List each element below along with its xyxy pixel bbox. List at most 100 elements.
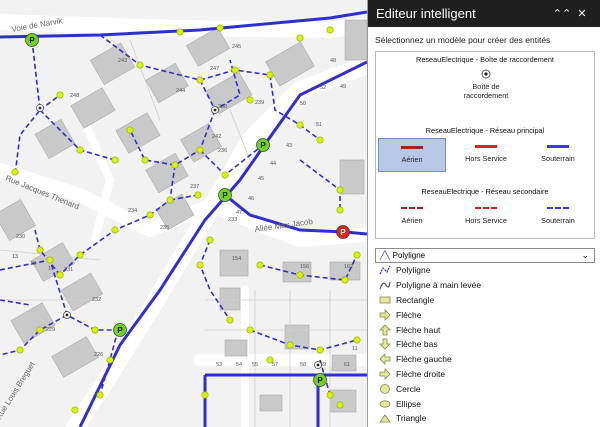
- pole-marker[interactable]: [246, 96, 254, 104]
- pole-marker[interactable]: [316, 136, 324, 144]
- pole-marker[interactable]: [326, 26, 334, 34]
- shape-item-arrow-down[interactable]: Flèche bas: [375, 337, 595, 352]
- pole-marker[interactable]: [296, 121, 304, 129]
- pole-marker[interactable]: [136, 61, 144, 69]
- parcel-number: 57: [272, 362, 278, 368]
- station-marker[interactable]: P: [256, 138, 270, 152]
- pole-marker[interactable]: [246, 326, 254, 334]
- pole-marker[interactable]: [36, 246, 44, 254]
- pole-marker[interactable]: [353, 336, 361, 344]
- pole-marker[interactable]: [336, 206, 344, 214]
- pole-marker[interactable]: [316, 346, 324, 354]
- shape-item-arrow-right[interactable]: Flèche droite: [375, 367, 595, 382]
- pole-marker[interactable]: [176, 28, 184, 36]
- shape-label: Flèche bas: [396, 339, 438, 350]
- pole-marker[interactable]: [11, 168, 19, 176]
- template-picker: ReseauElectrique - Boîte de raccordement…: [375, 51, 595, 239]
- parcel-number: 248: [70, 93, 79, 99]
- pole-marker[interactable]: [76, 146, 84, 154]
- pole-marker[interactable]: [76, 251, 84, 259]
- pole-marker[interactable]: [166, 196, 174, 204]
- junction-box-marker[interactable]: [36, 104, 44, 112]
- pole-marker[interactable]: [286, 341, 294, 349]
- pole-marker[interactable]: [126, 126, 134, 134]
- pole-marker[interactable]: [146, 211, 154, 219]
- pole-marker[interactable]: [231, 66, 239, 74]
- template-main-underground[interactable]: Souterrain: [524, 138, 592, 163]
- pole-marker[interactable]: [336, 401, 344, 409]
- shape-label: Rectangle: [396, 294, 435, 305]
- junction-box-marker[interactable]: [211, 106, 219, 114]
- pole-marker[interactable]: [206, 236, 214, 244]
- pole-marker[interactable]: [326, 391, 334, 399]
- arrow-left-icon: [379, 353, 391, 366]
- template-prompt: Sélectionnez un modèle pour créer des en…: [375, 35, 551, 45]
- junction-box-marker[interactable]: [314, 361, 322, 369]
- shape-list: Polyligne Polyligne à main levée Rectang…: [375, 263, 595, 426]
- pole-marker[interactable]: [296, 271, 304, 279]
- shape-item-freehand-polyline[interactable]: Polyligne à main levée: [375, 278, 595, 293]
- shape-select[interactable]: ╱╲ Polyligne ⌄: [375, 248, 595, 263]
- pole-marker[interactable]: [196, 146, 204, 154]
- pole-marker[interactable]: [194, 191, 202, 199]
- pole-marker[interactable]: [36, 326, 44, 334]
- pole-marker[interactable]: [256, 261, 264, 269]
- parcel-number: 43: [286, 143, 292, 149]
- pole-marker[interactable]: [336, 186, 344, 194]
- dashed-line-icon: [401, 207, 423, 209]
- pole-marker[interactable]: [201, 391, 209, 399]
- shape-item-circle[interactable]: Cercle: [375, 381, 595, 396]
- chevron-down-icon[interactable]: ⌄: [581, 250, 589, 261]
- pole-marker[interactable]: [106, 356, 114, 364]
- parcel-number: 44: [270, 161, 276, 167]
- shape-item-rectangle[interactable]: Rectangle: [375, 293, 595, 308]
- shape-item-arrow-left[interactable]: Flèche gauche: [375, 352, 595, 367]
- pole-marker[interactable]: [216, 24, 224, 32]
- collapse-icon[interactable]: ⌃⌃: [552, 7, 572, 20]
- pole-marker[interactable]: [266, 356, 274, 364]
- parcel-number: 245: [232, 44, 241, 50]
- pole-marker[interactable]: [96, 391, 104, 399]
- shape-item-arrow-up[interactable]: Flèche haut: [375, 322, 595, 337]
- template-junction-box[interactable]: Boîte de raccordement: [446, 66, 526, 100]
- pole-marker[interactable]: [56, 271, 64, 279]
- shape-item-triangle[interactable]: Triangle: [375, 411, 595, 426]
- pole-marker[interactable]: [196, 261, 204, 269]
- shape-item-polyline[interactable]: Polyligne: [375, 263, 595, 278]
- template-secondary-out-of-service[interactable]: Hors Service: [452, 200, 520, 225]
- station-marker[interactable]: P: [218, 188, 232, 202]
- pole-marker[interactable]: [266, 71, 274, 79]
- template-secondary-underground[interactable]: Souterrain: [524, 200, 592, 225]
- pole-marker[interactable]: [56, 91, 64, 99]
- pole-marker[interactable]: [111, 156, 119, 164]
- pole-marker[interactable]: [46, 256, 54, 264]
- pole-marker[interactable]: [171, 161, 179, 169]
- pole-marker[interactable]: [221, 171, 229, 179]
- group-title-junction-box: ReseauElectrique - Boîte de raccordement: [416, 55, 554, 64]
- street-label: Rue Louis Breguet: [0, 359, 37, 421]
- panel-title: Editeur intelligent: [376, 6, 476, 21]
- station-marker[interactable]: P: [25, 33, 39, 47]
- template-main-out-of-service[interactable]: Hors Service: [452, 138, 520, 163]
- pole-marker[interactable]: [196, 76, 204, 84]
- pole-marker[interactable]: [71, 406, 79, 414]
- station-marker[interactable]: P: [113, 323, 127, 337]
- template-main-aerial[interactable]: Aérien: [378, 138, 446, 172]
- pole-marker[interactable]: [226, 316, 234, 324]
- shape-item-arrow[interactable]: Flèche: [375, 307, 595, 322]
- template-secondary-aerial[interactable]: Aérien: [378, 200, 446, 225]
- close-icon[interactable]: ✕: [572, 7, 592, 20]
- pole-marker[interactable]: [341, 276, 349, 284]
- map-view[interactable]: Voie de Narvik Rue Jacques Thenard Allée…: [0, 0, 367, 427]
- pole-marker[interactable]: [353, 251, 361, 259]
- pole-marker[interactable]: [91, 326, 99, 334]
- junction-box-marker[interactable]: [63, 311, 71, 319]
- pole-marker[interactable]: [296, 34, 304, 42]
- station-out-of-service-marker[interactable]: P: [336, 225, 350, 239]
- pole-marker[interactable]: [16, 346, 24, 354]
- shape-item-ellipse[interactable]: Ellipse: [375, 396, 595, 411]
- station-marker[interactable]: P: [313, 373, 327, 387]
- pole-marker[interactable]: [141, 156, 149, 164]
- svg-text:P: P: [222, 191, 228, 200]
- pole-marker[interactable]: [111, 226, 119, 234]
